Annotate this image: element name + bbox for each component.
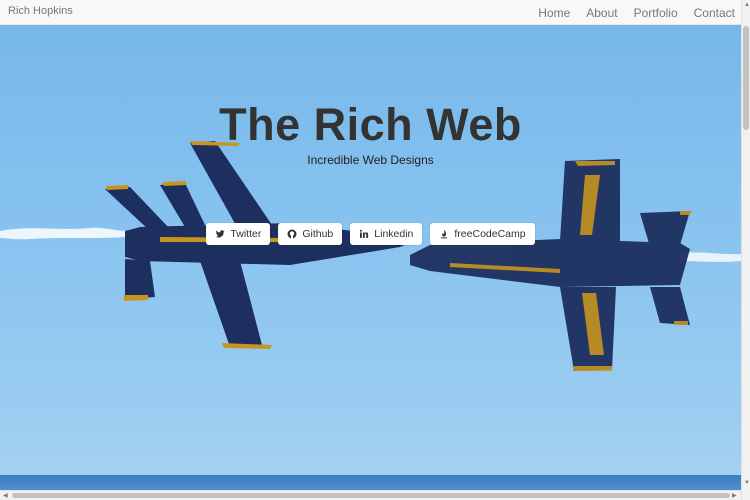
nav-item-portfolio[interactable]: Portfolio (634, 6, 678, 20)
vertical-scroll-thumb[interactable] (743, 26, 749, 130)
brand-link[interactable]: Rich Hopkins (8, 5, 73, 17)
nav-item-home[interactable]: Home (538, 6, 570, 20)
hero-section: The Rich Web Incredible Web Designs Twit… (0, 25, 741, 490)
vertical-scrollbar[interactable]: ▲ ▼ (741, 0, 750, 500)
twitter-button[interactable]: Twitter (206, 223, 271, 245)
scroll-left-icon[interactable]: ◀ (3, 492, 8, 499)
twitter-button-label: Twitter (230, 228, 262, 240)
hero-title: The Rich Web (219, 99, 522, 150)
freecodecamp-icon (439, 229, 449, 239)
nav-menu: Home About Portfolio Contact (522, 0, 735, 25)
linkedin-button[interactable]: Linkedin (350, 223, 423, 245)
twitter-icon (215, 229, 225, 239)
navbar: Rich Hopkins Home About Portfolio Contac… (0, 0, 741, 25)
scroll-up-icon[interactable]: ▲ (744, 2, 750, 8)
scroll-down-icon[interactable]: ▼ (744, 480, 750, 486)
freecodecamp-button[interactable]: freeCodeCamp (430, 223, 535, 245)
scroll-right-icon[interactable]: ▶ (732, 492, 737, 499)
nav-item-contact[interactable]: Contact (694, 6, 735, 20)
linkedin-button-label: Linkedin (374, 228, 414, 240)
github-button-label: Github (302, 228, 334, 240)
nav-item-about[interactable]: About (586, 6, 617, 20)
horizontal-scroll-thumb[interactable] (12, 493, 730, 498)
freecodecamp-button-label: freeCodeCamp (454, 228, 526, 240)
github-button[interactable]: Github (278, 223, 343, 245)
horizontal-scrollbar[interactable]: ◀ ▶ (0, 490, 741, 500)
github-icon (287, 229, 297, 239)
social-buttons: Twitter Github Linkedin freeCodeCamp (0, 223, 741, 245)
linkedin-icon (359, 229, 369, 239)
jets-background-image (0, 141, 741, 371)
hero-subtitle: Incredible Web Designs (307, 153, 434, 167)
